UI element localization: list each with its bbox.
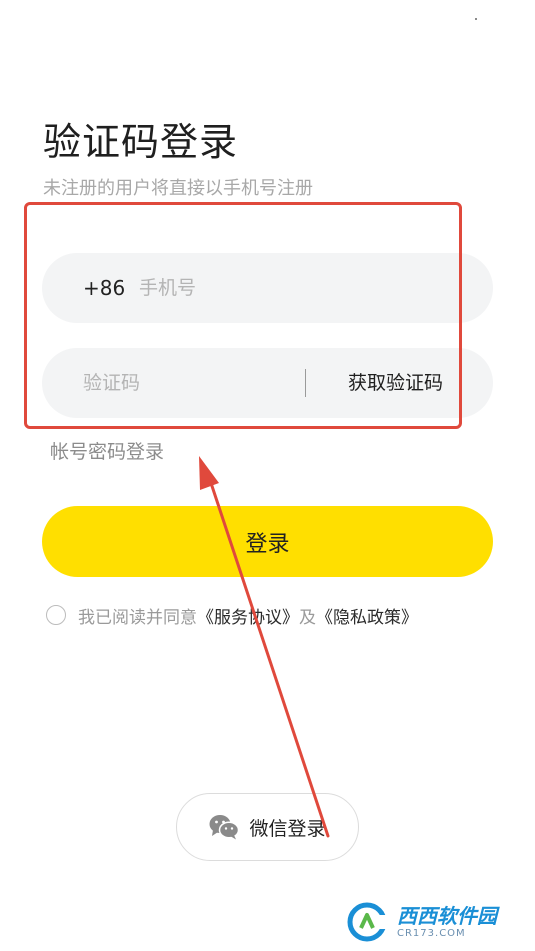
password-login-link[interactable]: 帐号密码登录: [50, 438, 164, 466]
page-title: 验证码登录: [43, 120, 239, 164]
field-divider: [305, 369, 306, 397]
page-subtitle: 未注册的用户将直接以手机号注册: [43, 178, 313, 199]
agreement-prefix: 我已阅读并同意: [78, 607, 197, 628]
verification-code-field: 获取验证码: [42, 348, 493, 418]
wechat-icon: [209, 815, 240, 840]
watermark-brand: 西西软件园: [397, 903, 497, 928]
wechat-login-button[interactable]: 微信登录: [176, 793, 359, 861]
watermark-logo: 西西软件园 CR173.COM: [347, 901, 517, 943]
agreement-checkbox[interactable]: [46, 605, 66, 625]
watermark-icon: [347, 902, 393, 942]
agreement-conjunction: 及: [299, 607, 316, 628]
watermark-domain: CR173.COM: [397, 927, 466, 939]
agreement-row: 我已阅读并同意 《服务协议》 及 《隐私政策》: [46, 602, 418, 628]
login-button[interactable]: 登录: [42, 506, 493, 577]
phone-input[interactable]: [139, 253, 459, 323]
phone-field: +86: [42, 253, 493, 323]
service-agreement-link[interactable]: 《服务协议》: [197, 603, 299, 628]
privacy-policy-link[interactable]: 《隐私政策》: [316, 603, 418, 628]
get-code-button[interactable]: 获取验证码: [348, 348, 443, 418]
verification-code-input[interactable]: [83, 348, 293, 418]
status-dot: [475, 18, 477, 20]
wechat-login-label: 微信登录: [249, 817, 326, 840]
country-code-prefix[interactable]: +86: [83, 253, 125, 323]
